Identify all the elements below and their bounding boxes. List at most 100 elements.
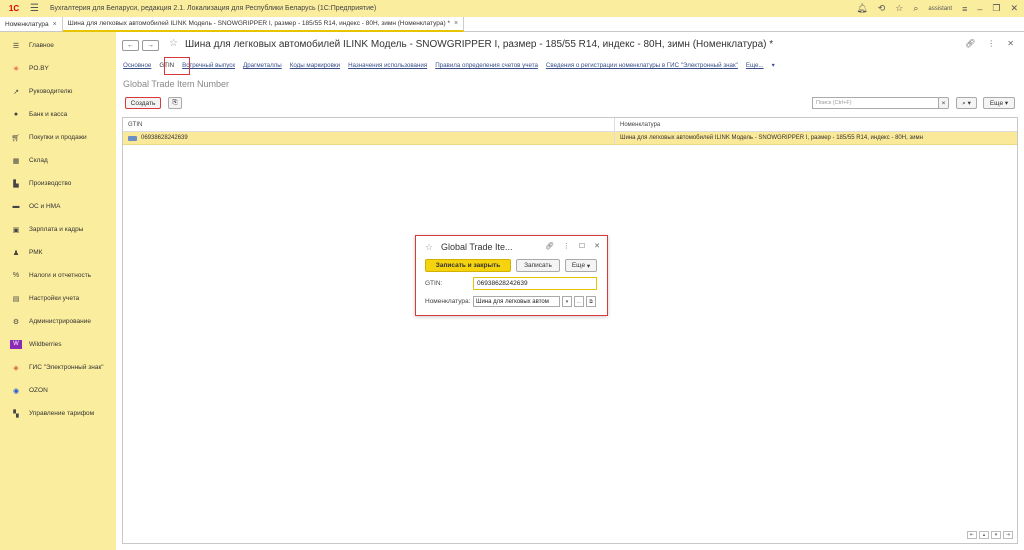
link-usage-purposes[interactable]: Назначения использования — [348, 62, 427, 72]
sidebar-item-bank[interactable]: ● Банк и касса — [0, 103, 116, 126]
diamond-icon: ◈ — [13, 364, 19, 372]
sidebar-item-poby[interactable]: ✳ PO.BY — [0, 57, 116, 80]
sidebar-item-manager[interactable]: ↗ Руководителю — [0, 80, 116, 103]
favorite-icon[interactable]: ☆ — [895, 3, 903, 14]
column-header-item[interactable]: Номенклатура — [615, 118, 1017, 131]
page-last-icon[interactable]: ⇥ — [1003, 531, 1013, 539]
settings-icon[interactable]: ≡ — [962, 4, 967, 14]
search-icon: ⌕ ▾ — [962, 99, 971, 107]
truck-icon: ▬ — [12, 203, 20, 210]
clear-search-button[interactable]: × — [938, 97, 949, 109]
gtin-label: GTIN: — [425, 280, 443, 287]
tab-current-item[interactable]: Шина для легковых автомобилей ILINK Моде… — [62, 17, 465, 32]
clear-icon: × — [941, 99, 946, 107]
restore-icon[interactable]: ❐ — [992, 3, 1000, 14]
minimize-icon[interactable]: – — [977, 4, 982, 14]
history-icon[interactable]: ⟲ — [878, 3, 886, 14]
1c-logo: 1C — [8, 4, 20, 13]
close-tab-icon[interactable]: × — [454, 20, 458, 27]
maximize-icon[interactable]: ☐ — [579, 242, 585, 250]
item-field[interactable]: Шина для легковых автом — [473, 296, 560, 307]
link-precious-metals[interactable]: Драгметаллы — [243, 62, 282, 72]
cart-icon: 🛒︎ — [11, 134, 21, 142]
docs-icon: ▤ — [12, 295, 20, 303]
link-icon[interactable]: 🔗︎ — [965, 39, 975, 48]
form-links: Основное GTIN Встречный выпуск Драгметал… — [123, 62, 775, 72]
sidebar-item-rmk[interactable]: ♟ РМК — [0, 241, 116, 264]
close-icon[interactable]: ✕ — [1010, 3, 1018, 14]
close-form-icon[interactable]: ✕ — [1007, 39, 1014, 48]
chevron-down-icon[interactable]: ▾ — [772, 62, 775, 72]
cashier-icon: ♟ — [12, 249, 20, 257]
more-vertical-icon[interactable]: ⋮ — [563, 242, 570, 250]
more-button[interactable]: Еще ▾ — [983, 97, 1015, 109]
main-menu-icon[interactable]: ☰ — [30, 3, 44, 14]
sidebar-item-assets[interactable]: ▬ ОС и НМА — [0, 195, 116, 218]
dropdown-button[interactable]: ▾ — [562, 296, 572, 307]
link-counter-release[interactable]: Встречный выпуск — [182, 62, 235, 72]
open-item-button[interactable]: ⧉ — [586, 296, 596, 307]
arrow-left-icon: ← — [127, 42, 134, 49]
sidebar-item-production[interactable]: ▙ Производство — [0, 172, 116, 195]
favorite-star-icon[interactable]: ☆ — [425, 242, 433, 253]
link-account-rules[interactable]: Правила определения счетов учета — [435, 62, 538, 72]
sidebar-item-purchases[interactable]: 🛒︎ Покупки и продажи — [0, 126, 116, 149]
sidebar-item-admin[interactable]: ⚙ Администрирование — [0, 310, 116, 333]
sidebar-item-ozon[interactable]: ◉ OZON — [0, 379, 116, 402]
sidebar-item-gis[interactable]: ◈ ГИС "Электронный знак" — [0, 356, 116, 379]
sidebar-item-taxes[interactable]: % Налоги и отчетность — [0, 264, 116, 287]
menu-icon: ☰ — [12, 42, 20, 50]
close-icon[interactable]: ✕ — [594, 242, 600, 250]
open-link-icon: ⧉ — [589, 298, 593, 305]
factory-icon: ▙ — [13, 180, 19, 188]
copy-button[interactable]: ⎘ — [168, 97, 182, 109]
sidebar-item-warehouse[interactable]: ▦ Склад — [0, 149, 116, 172]
page-prev-icon[interactable]: ▴ — [979, 531, 989, 539]
search-button[interactable]: ⌕ ▾ — [956, 97, 977, 109]
sidebar-item-tariff[interactable]: ▚ Управление тарифом — [0, 402, 116, 425]
favorite-star-icon[interactable]: ☆ — [169, 38, 178, 49]
search-input[interactable]: Поиск (Ctrl+F) — [812, 97, 939, 109]
app-title: Бухгалтерия для Беларуси, редакция 2.1. … — [50, 5, 377, 12]
bell-icon[interactable]: 🔔︎ — [856, 3, 867, 14]
link-more[interactable]: Еще... — [746, 62, 764, 72]
user-name[interactable]: assistant — [928, 6, 952, 12]
sidebar-item-wildberries[interactable]: W Wildberries — [0, 333, 116, 356]
select-button[interactable]: … — [574, 296, 584, 307]
search-icon[interactable]: ⌕ — [913, 3, 918, 14]
tab-nomenclature[interactable]: Номенклатура × — [0, 17, 63, 32]
save-button[interactable]: Записать — [516, 259, 560, 272]
ozon-icon: ◉ — [12, 387, 20, 395]
column-header-gtin[interactable]: GTIN — [123, 118, 615, 131]
link-gis-registration[interactable]: Сведения о регистрации номенклатуры в ГИ… — [546, 62, 738, 72]
link-marking-codes[interactable]: Коды маркировки — [290, 62, 340, 72]
gtin-field[interactable]: 06938628242639 — [473, 277, 597, 290]
page-next-icon[interactable]: ▾ — [991, 531, 1001, 539]
trend-icon: ↗ — [13, 88, 19, 96]
link-icon[interactable]: 🔗︎ — [545, 242, 554, 250]
more-vertical-icon[interactable]: ⋮ — [987, 39, 995, 48]
link-main[interactable]: Основное — [123, 62, 151, 72]
page-first-icon[interactable]: ⇤ — [967, 531, 977, 539]
dialog-more-button[interactable]: Еще ▾ — [565, 259, 597, 272]
create-button[interactable]: Создать — [125, 97, 161, 109]
section-title: Global Trade Item Number — [123, 79, 230, 89]
percent-icon: % — [12, 272, 20, 279]
sidebar-item-salary[interactable]: ▣ Зарплата и кадры — [0, 218, 116, 241]
table-row[interactable]: 06938628242639 Шина для легковых автомоб… — [123, 132, 1017, 145]
warehouse-icon: ▦ — [12, 157, 20, 165]
record-icon — [128, 135, 137, 141]
forward-button[interactable]: → — [142, 40, 159, 51]
sidebar: ☰ Главное ✳ PO.BY ↗ Руководителю ● Банк и ка… — [0, 32, 116, 550]
sidebar-item-main[interactable]: ☰ Главное — [0, 34, 116, 57]
close-tab-icon[interactable]: × — [53, 21, 57, 28]
back-button[interactable]: ← — [122, 40, 139, 51]
arrow-right-icon: → — [147, 42, 154, 49]
grid-icon: ▚ — [13, 410, 19, 418]
item-label: Номенклатура: — [425, 298, 471, 305]
dialog-title: Global Trade Ite... — [441, 242, 513, 252]
ellipsis-icon: … — [576, 298, 582, 305]
gtin-highlight-box — [164, 57, 190, 75]
save-and-close-button[interactable]: Записать и закрыть — [425, 259, 511, 272]
sidebar-item-settings[interactable]: ▤ Настройки учета — [0, 287, 116, 310]
